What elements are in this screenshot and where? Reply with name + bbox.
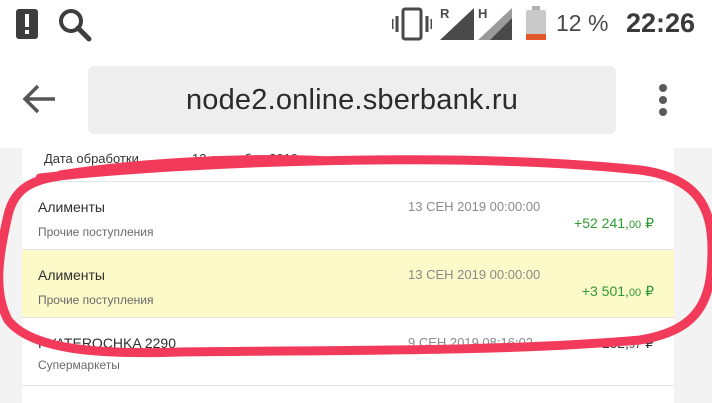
processing-date-label: Дата обработки [44, 151, 139, 166]
browser-toolbar: node2.online.sberbank.ru [0, 50, 712, 148]
transaction-amount: 182,97 ₽ [601, 335, 654, 351]
transaction-datetime: 13 СЕН 2019 00:00:00 [408, 267, 541, 282]
transaction-datetime: 9 СЕН 2019 08:16:02 [408, 335, 534, 350]
processing-date-value: 13 сентября 2019 [192, 151, 299, 166]
battery-percent: 12 % [556, 10, 609, 36]
transactions-card: Дата обработки 13 сентября 2019 Алименты… [22, 148, 674, 403]
transaction-amount: +52 241,00 ₽ [574, 215, 654, 231]
address-bar[interactable]: node2.online.sberbank.ru [88, 66, 616, 134]
notification-alert-icon [16, 9, 38, 39]
page-content: Дата обработки 13 сентября 2019 Алименты… [0, 148, 712, 403]
transaction-category: Прочие поступления [38, 293, 154, 307]
back-arrow-icon[interactable] [22, 84, 56, 114]
transaction-row[interactable]: Алименты Прочие поступления 13 СЕН 2019 … [22, 182, 674, 249]
processing-date-row: Дата обработки 13 сентября 2019 [22, 148, 674, 180]
transaction-row[interactable]: PYATEROCHKA 2290 Супермаркеты 9 СЕН 2019… [22, 318, 674, 385]
transaction-category: Супермаркеты [38, 358, 120, 372]
transaction-category: Прочие поступления [38, 225, 154, 239]
cell-signal-2-icon [478, 8, 512, 40]
battery-icon [526, 6, 546, 40]
clock: 22:26 [626, 8, 696, 38]
transaction-datetime: 13 СЕН 2019 00:00:00 [408, 199, 541, 214]
search-icon [59, 9, 92, 42]
status-bar: R H 12 % 22:26 [0, 0, 712, 50]
url-text: node2.online.sberbank.ru [185, 83, 519, 116]
transaction-amount: +3 501,00 ₽ [581, 283, 654, 299]
transaction-row-highlighted[interactable]: Алименты Прочие поступления 13 СЕН 2019 … [22, 250, 674, 317]
vibrate-icon [392, 7, 432, 41]
divider [22, 385, 674, 386]
cell-signal-icon [440, 8, 474, 40]
transaction-title: Алименты [38, 267, 105, 283]
transaction-title: PYATEROCHKA 2290 [38, 335, 176, 351]
overflow-menu-icon[interactable] [656, 83, 670, 117]
transaction-title: Алименты [38, 199, 105, 215]
